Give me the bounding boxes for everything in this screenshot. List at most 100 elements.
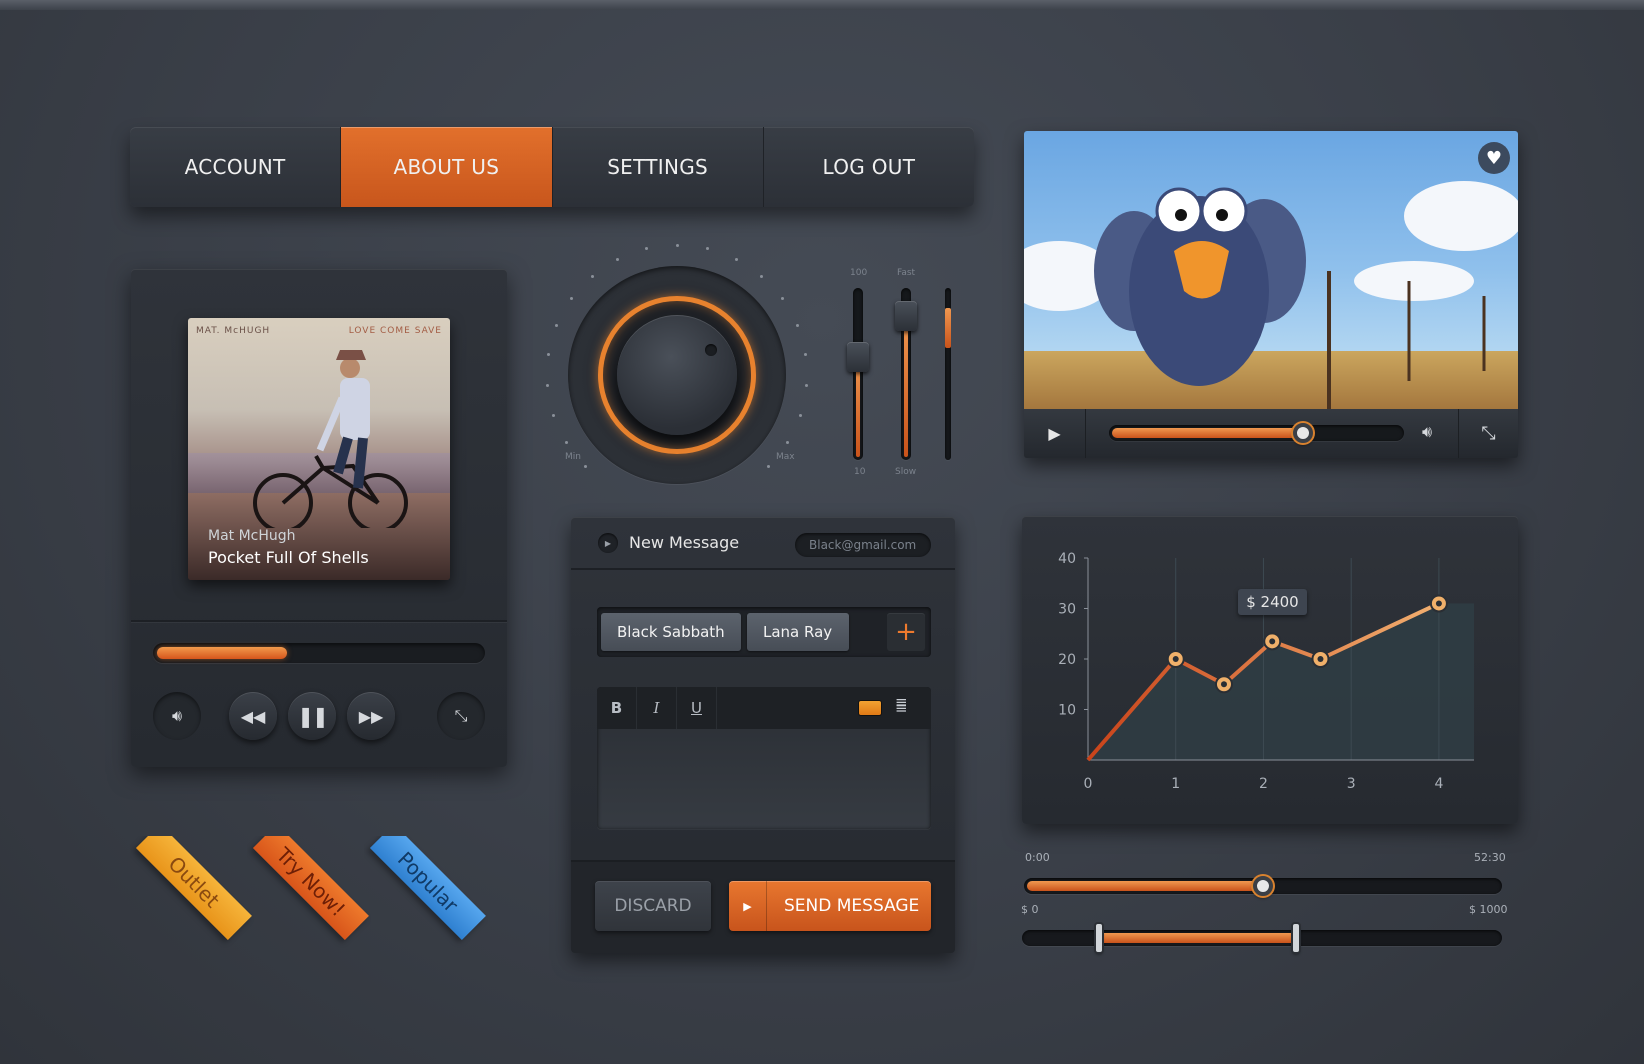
chart-point-center	[1269, 638, 1276, 645]
nav-account[interactable]: ACCOUNT	[130, 127, 342, 207]
add-recipient-button[interactable]: +	[887, 613, 925, 651]
volume-min-label: 10	[854, 467, 866, 477]
ribbon-outlet[interactable]: Outlet	[130, 836, 260, 966]
track-progress-bar[interactable]	[153, 643, 485, 663]
fast-forward-button[interactable]: ▶▶	[347, 692, 395, 740]
message-header: ▶ New Message Black@gmail.com	[571, 517, 955, 570]
time-end-label: 52:30	[1474, 851, 1506, 864]
knob-min-label: Min	[565, 452, 581, 462]
video-seek-bar[interactable]	[1109, 425, 1404, 441]
knob-max-label: Max	[776, 452, 795, 462]
chart-x-tick-label: 2	[1259, 776, 1268, 792]
knob-indicator	[705, 344, 717, 356]
knob-tick	[645, 247, 649, 251]
nav-log-out[interactable]: LOG OUT	[764, 127, 974, 207]
line-chart-panel: 10 20 30 40 0 1 2 3 4 $ 2400	[1022, 516, 1518, 824]
album-header-artist: MAT. McHUGH	[196, 326, 271, 336]
message-collapse-button[interactable]: ▶	[598, 533, 618, 553]
pause-button[interactable]: ❚❚	[288, 692, 336, 740]
chart-x-tick-label: 0	[1084, 776, 1093, 792]
plain-slider[interactable]	[945, 288, 951, 460]
line-chart: 10 20 30 40 0 1 2 3 4	[1058, 551, 1474, 792]
message-title: New Message	[629, 533, 740, 552]
album-cover: MAT. McHUGH LOVE COME SAVE Mat McHugh Po…	[188, 318, 450, 580]
knob-tick	[591, 274, 595, 278]
chart-point-center	[1220, 681, 1227, 688]
top-edge	[0, 0, 1644, 10]
email-field[interactable]: Black@gmail.com	[795, 533, 931, 557]
knob-tick	[705, 247, 709, 251]
knob-tick	[555, 323, 559, 327]
video-volume-button[interactable]: 🔊︎	[1422, 422, 1432, 442]
price-range-slider[interactable]	[1022, 930, 1502, 946]
plain-slider-fill	[945, 308, 951, 348]
ribbon-try-now[interactable]: Try Now!	[247, 836, 377, 966]
send-message-button[interactable]: ▶ SEND MESSAGE	[729, 881, 931, 931]
message-composer: ▶ New Message Black@gmail.com Black Sabb…	[571, 517, 955, 953]
favorite-button[interactable]: ♥	[1478, 142, 1510, 174]
video-play-button[interactable]: ▶	[1024, 409, 1086, 458]
nav-about-us[interactable]: ABOUT US	[341, 127, 553, 207]
chart-point-center	[1317, 656, 1324, 662]
recipient-tag[interactable]: Black Sabbath	[601, 613, 741, 651]
volume-button[interactable]: 🔊︎	[153, 692, 201, 740]
expand-icon: ⤡	[454, 706, 468, 725]
video-seek-thumb[interactable]	[1292, 423, 1313, 443]
caret-right-icon: ▶	[604, 538, 612, 548]
rewind-button[interactable]: ◀◀	[229, 692, 277, 740]
knob-tick	[564, 441, 568, 445]
italic-button[interactable]: I	[637, 687, 677, 729]
price-low-thumb[interactable]	[1095, 924, 1102, 952]
knob-tick	[545, 383, 549, 387]
ribbon-try-now-label: Try Now!	[252, 836, 369, 940]
music-player: MAT. McHUGH LOVE COME SAVE Mat McHugh Po…	[131, 269, 507, 767]
recipient-field[interactable]: Black Sabbath Lana Ray +	[597, 607, 931, 657]
ribbon-popular[interactable]: Popular	[364, 836, 494, 966]
heart-icon: ♥	[1485, 147, 1503, 169]
knob-tick	[803, 353, 807, 357]
expand-button[interactable]: ⤡	[437, 692, 485, 740]
knob-tick	[767, 465, 771, 469]
rewind-icon: ◀◀	[240, 706, 266, 726]
underline-button[interactable]: U	[677, 687, 717, 729]
video-frame-art	[1094, 187, 1486, 409]
speed-slider-fill	[904, 315, 908, 457]
rotary-knob[interactable]	[617, 315, 737, 435]
track-title: Pocket Full Of Shells	[208, 548, 369, 567]
nav-settings[interactable]: SETTINGS	[553, 127, 764, 207]
knob-tick	[675, 243, 679, 247]
knob-tick	[759, 274, 763, 278]
recipient-tag[interactable]: Lana Ray	[747, 613, 849, 651]
volume-slider-thumb[interactable]	[847, 342, 869, 373]
plus-icon: +	[895, 617, 917, 647]
video-seek-fill	[1112, 428, 1303, 438]
fast-forward-icon: ▶▶	[358, 706, 384, 726]
align-icon[interactable]: ≡ ≡	[895, 695, 908, 716]
bold-button[interactable]: B	[597, 687, 637, 729]
color-swatch-icon[interactable]	[859, 701, 881, 715]
volume-icon: 🔊︎	[1422, 422, 1433, 441]
price-min-label: $ 0	[1021, 903, 1039, 916]
knob-tick	[795, 323, 799, 327]
knob-tick	[583, 465, 587, 469]
album-header-title: LOVE COME SAVE	[348, 326, 442, 336]
speed-slider-thumb[interactable]	[895, 300, 917, 331]
knob-tick	[799, 413, 803, 417]
volume-slider[interactable]	[853, 288, 863, 460]
message-editor[interactable]: B I U ≡ ≡	[597, 687, 931, 829]
ribbon-outlet-label: Outlet	[135, 836, 252, 940]
price-high-thumb[interactable]	[1292, 924, 1299, 952]
speed-min-label: Slow	[895, 467, 917, 477]
video-player: ♥ ▶ 🔊︎ ⤡	[1024, 131, 1518, 458]
play-icon: ▶	[1048, 424, 1061, 443]
chart-area	[1088, 603, 1474, 760]
time-slider-thumb[interactable]	[1253, 876, 1273, 896]
volume-icon: 🔊︎	[171, 706, 183, 725]
chart-x-tick-label: 3	[1347, 776, 1356, 792]
player-divider	[131, 620, 507, 622]
discard-button[interactable]: DISCARD	[595, 881, 711, 931]
track-progress-fill	[157, 647, 287, 659]
chart-point-center	[1435, 600, 1442, 607]
fullscreen-icon: ⤡	[1481, 423, 1496, 444]
video-fullscreen-button[interactable]: ⤡	[1458, 409, 1518, 458]
